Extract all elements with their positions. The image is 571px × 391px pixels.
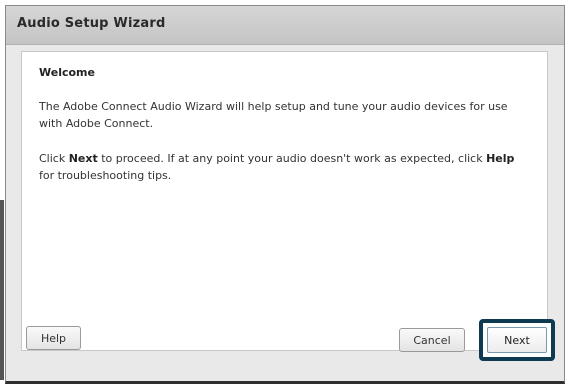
instructions-prefix: Click	[39, 152, 69, 165]
instructions-middle: to proceed. If at any point your audio d…	[97, 152, 487, 165]
instructions-suffix: for troubleshooting tips.	[39, 169, 172, 182]
audio-setup-wizard-dialog: Audio Setup Wizard Welcome The Adobe Con…	[5, 5, 565, 384]
screen: Audio Setup Wizard Welcome The Adobe Con…	[0, 0, 571, 391]
dialog-content: Welcome The Adobe Connect Audio Wizard w…	[21, 51, 548, 351]
next-button-label: Next	[487, 327, 547, 353]
dialog-titlebar[interactable]: Audio Setup Wizard	[6, 6, 564, 45]
help-button[interactable]: Help	[26, 326, 81, 350]
welcome-heading: Welcome	[39, 66, 95, 79]
instructions-help-word: Help	[486, 152, 515, 165]
intro-text: The Adobe Connect Audio Wizard will help…	[39, 100, 508, 130]
instructions-text: Click Next to proceed. If at any point y…	[39, 150, 531, 184]
instructions-next-word: Next	[68, 152, 98, 165]
next-button[interactable]: Next	[479, 319, 555, 361]
background-edge	[0, 200, 4, 380]
cancel-button[interactable]: Cancel	[399, 328, 465, 352]
dialog-title: Audio Setup Wizard	[17, 16, 166, 31]
